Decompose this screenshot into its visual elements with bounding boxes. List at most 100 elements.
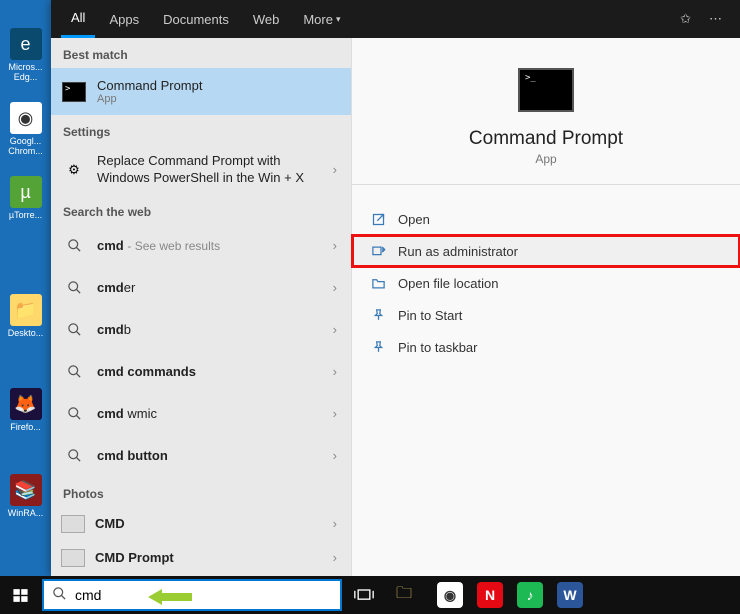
preview-subtitle: App	[352, 152, 740, 166]
preview-actions: Open Run as administrator Open file locati…	[352, 203, 740, 363]
photo-icon	[61, 549, 85, 567]
web-result-text: cmdb	[97, 322, 319, 337]
search-tab[interactable]: Web	[243, 0, 290, 38]
photo-result-text: CMD Prompt	[95, 550, 319, 565]
preview-action-run-as-administrator[interactable]: Run as administrator	[352, 235, 740, 267]
search-icon	[61, 401, 87, 427]
search-tab[interactable]: More ▾	[293, 0, 350, 38]
desktop-icon[interactable]: eMicros... Edg...	[0, 24, 51, 86]
results-column: Best match Command Prompt App Settings ⚙…	[51, 38, 352, 576]
desktop-icon[interactable]: 🦊 Firefo...	[0, 384, 51, 436]
web-result-text: cmder	[97, 280, 319, 295]
search-icon	[61, 233, 87, 259]
desktop-icon-label: Micros... Edg...	[2, 62, 49, 82]
photo-result-text: CMD	[95, 516, 319, 531]
web-result-text: cmd button	[97, 448, 319, 463]
web-result-text: cmd commands	[97, 364, 319, 379]
word-icon: W	[557, 582, 583, 608]
photo-result[interactable]: CMD ›	[51, 507, 351, 541]
section-web: Search the web	[51, 195, 351, 225]
preview-action-open-file-location[interactable]: Open file location	[352, 267, 740, 299]
desktop-icon-label: WinRA...	[8, 508, 44, 518]
taskbar-app-spotify[interactable]: ♪	[510, 576, 550, 614]
windows-logo-icon	[12, 587, 29, 604]
taskbar-search[interactable]	[42, 579, 342, 611]
desktop-icon[interactable]: ◉Googl... Chrom...	[0, 98, 51, 160]
desktop-icon[interactable]: 📚 WinRA...	[0, 470, 51, 522]
desktop-icon[interactable]: 📁Deskto...	[0, 290, 51, 342]
desktop-icon[interactable]: µ µTorre...	[0, 172, 51, 224]
desktop: eMicros... Edg... ◉Googl... Chrom... µ µTor…	[0, 0, 51, 576]
web-result[interactable]: cmd button ›	[51, 435, 351, 477]
desktop-icon-label: Googl... Chrom...	[2, 136, 49, 156]
netflix-icon: N	[477, 582, 503, 608]
desktop-icon-label: µTorre...	[9, 210, 42, 220]
search-icon	[52, 586, 67, 604]
admin-icon	[370, 243, 386, 259]
web-result[interactable]: cmdb›	[51, 309, 351, 351]
task-view-button[interactable]	[344, 576, 384, 614]
action-label: Pin to taskbar	[398, 340, 478, 355]
web-result[interactable]: cmd wmic›	[51, 393, 351, 435]
web-result-text: cmd - See web results	[97, 238, 319, 253]
chevron-right-icon: ›	[329, 448, 341, 463]
preview-column: Command Prompt App Open Run as administra…	[352, 38, 740, 576]
section-settings: Settings	[51, 115, 351, 145]
feedback-icon[interactable]: ✩	[680, 11, 691, 27]
preview-action-open[interactable]: Open	[352, 203, 740, 235]
chrome-icon: ◉	[437, 582, 463, 608]
web-result[interactable]: cmder ›	[51, 267, 351, 309]
web-result-text: cmd wmic	[97, 406, 319, 421]
web-result[interactable]: cmd commands ›	[51, 351, 351, 393]
chevron-right-icon: ›	[329, 364, 341, 379]
app-icon: µ	[10, 176, 42, 208]
spotify-icon: ♪	[517, 582, 543, 608]
pinstart-icon	[370, 307, 386, 323]
preview-title: Command Prompt	[352, 128, 740, 150]
chevron-right-icon: ›	[329, 280, 341, 295]
photo-result[interactable]: CMD Prompt ›	[51, 541, 351, 575]
settings-result[interactable]: ⚙ Replace Command Prompt with Windows Po…	[51, 145, 351, 195]
search-tab[interactable]: Documents	[153, 0, 239, 38]
app-icon: ◉	[10, 102, 42, 134]
open-icon	[370, 211, 386, 227]
chevron-down-icon: ▾	[336, 14, 341, 25]
app-icon: 📁	[10, 294, 42, 326]
section-photos: Photos	[51, 477, 351, 507]
best-match-result[interactable]: Command Prompt App	[51, 68, 351, 115]
photo-icon	[61, 515, 85, 533]
preview-action-pin-to-start[interactable]: Pin to Start	[352, 299, 740, 331]
chevron-right-icon: ›	[329, 162, 341, 177]
taskbar: 🗀 ◉ N ♪ W	[0, 576, 740, 614]
taskbar-app-netflix[interactable]: N	[470, 576, 510, 614]
action-label: Open	[398, 212, 430, 227]
more-options-icon[interactable]: ⋯	[709, 11, 722, 27]
taskbar-app-word[interactable]: W	[550, 576, 590, 614]
action-label: Open file location	[398, 276, 498, 291]
section-best-match: Best match	[51, 38, 351, 68]
search-icon	[61, 275, 87, 301]
pintask-icon	[370, 339, 386, 355]
search-tab[interactable]: Apps	[99, 0, 149, 38]
search-input[interactable]	[75, 587, 332, 603]
folder-icon	[370, 275, 386, 291]
action-label: Pin to Start	[398, 308, 462, 323]
start-button[interactable]	[0, 576, 40, 614]
web-result[interactable]: cmd - See web results›	[51, 225, 351, 267]
taskbar-app-chrome[interactable]: ◉	[430, 576, 470, 614]
app-icon: 📚	[10, 474, 42, 506]
settings-result-text: Replace Command Prompt with Windows Powe…	[97, 153, 319, 187]
file-explorer-button[interactable]: 🗀	[384, 576, 424, 614]
search-tab[interactable]: All	[61, 0, 95, 38]
preview-app-icon	[518, 68, 574, 112]
preview-action-pin-to-taskbar[interactable]: Pin to taskbar	[352, 331, 740, 363]
desktop-icon-label: Firefo...	[10, 422, 41, 432]
chevron-right-icon: ›	[329, 550, 341, 565]
app-icon: 🦊	[10, 388, 42, 420]
search-icon	[61, 317, 87, 343]
search-icon	[61, 359, 87, 385]
chevron-right-icon: ›	[329, 516, 341, 531]
app-icon: e	[10, 28, 42, 60]
search-icon	[61, 443, 87, 469]
best-match-subtitle: App	[97, 93, 341, 105]
